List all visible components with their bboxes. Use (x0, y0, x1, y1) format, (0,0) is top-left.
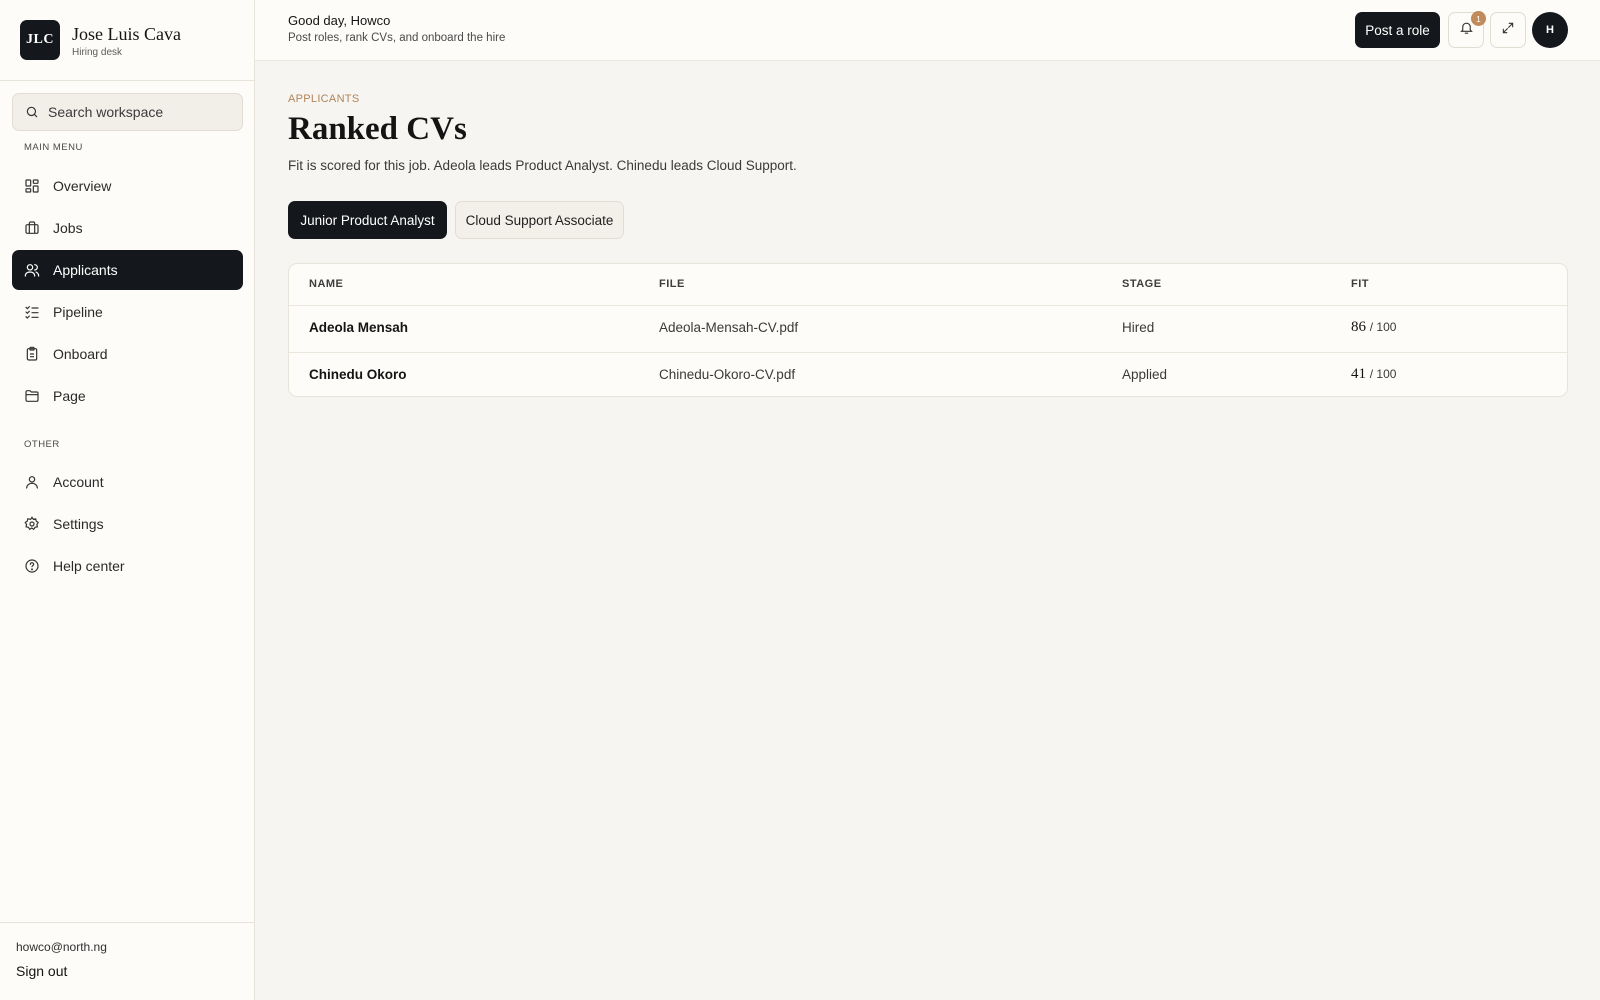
brand-name: Jose Luis Cava (72, 23, 181, 44)
table-row[interactable]: Chinedu Okoro Chinedu-Okoro-CV.pdf Appli… (289, 352, 1567, 396)
folder-icon (24, 388, 40, 404)
sidebar-item-label: Applicants (53, 262, 118, 278)
column-header-stage[interactable]: STAGE (1122, 278, 1162, 290)
sidebar-item-help-center[interactable]: Help center (12, 546, 243, 586)
notifications-button[interactable]: 1 (1448, 11, 1486, 48)
greeting: Good day, Howco (288, 13, 391, 28)
notification-badge: 1 (1471, 11, 1486, 26)
applicant-name[interactable]: Adeola Mensah (309, 320, 408, 335)
search-input[interactable] (48, 104, 228, 120)
page-title: Ranked CVs (288, 111, 467, 147)
fit-value: 41 (1351, 366, 1366, 382)
gear-icon (24, 516, 40, 532)
sidebar-item-applicants[interactable]: Applicants (12, 250, 243, 290)
clipboard-icon (24, 346, 40, 362)
greeting-subtitle: Post roles, rank CVs, and onboard the hi… (288, 32, 506, 44)
sidebar-item-label: Help center (53, 558, 125, 574)
users-icon (24, 262, 40, 278)
sidebar-item-label: Pipeline (53, 304, 103, 320)
bell-icon (1459, 20, 1474, 40)
fit-total: / 100 (1369, 367, 1397, 381)
expand-icon (1501, 21, 1515, 40)
brand: JLC Jose Luis Cava Hiring desk (0, 0, 254, 81)
table-header: NAME FILE STAGE FIT (289, 264, 1567, 306)
grid-icon (24, 178, 40, 194)
column-header-fit[interactable]: FIT (1351, 278, 1369, 290)
page-description: Fit is scored for this job. Adeola leads… (288, 158, 797, 173)
post-role-button[interactable]: Post a role (1355, 12, 1440, 48)
other-menu-label: OTHER (24, 439, 60, 450)
search-icon (25, 105, 39, 119)
user-icon (24, 474, 40, 490)
user-email: howco@north.ng (16, 940, 107, 954)
briefcase-icon (24, 220, 40, 236)
cv-file-link[interactable]: Adeola-Mensah-CV.pdf (659, 320, 798, 335)
tab-junior-product-analyst[interactable]: Junior Product Analyst (288, 201, 447, 239)
fit-total: / 100 (1369, 320, 1397, 334)
search-box[interactable] (12, 93, 243, 131)
sidebar-item-jobs[interactable]: Jobs (12, 208, 243, 248)
fit-score: 86 / 100 (1351, 319, 1396, 336)
help-circle-icon (24, 558, 40, 574)
tab-cloud-support-associate[interactable]: Cloud Support Associate (455, 201, 624, 239)
sidebar-item-page[interactable]: Page (12, 376, 243, 416)
section-eyebrow: APPLICANTS (288, 93, 360, 105)
sidebar-item-label: Settings (53, 516, 104, 532)
applicant-stage: Hired (1122, 320, 1155, 335)
sidebar-item-label: Jobs (53, 220, 83, 236)
column-header-name[interactable]: NAME (309, 278, 343, 290)
sidebar-item-label: Page (53, 388, 86, 404)
brand-subtitle: Hiring desk (72, 46, 123, 58)
sign-out-link[interactable]: Sign out (16, 963, 67, 979)
sidebar-item-label: Onboard (53, 346, 108, 362)
fullscreen-button[interactable] (1490, 12, 1526, 48)
table-row[interactable]: Adeola Mensah Adeola-Mensah-CV.pdf Hired… (289, 306, 1567, 352)
sidebar-item-label: Account (53, 474, 104, 490)
main-menu-label: MAIN MENU (24, 142, 83, 153)
top-header: Good day, Howco Post roles, rank CVs, an… (255, 0, 1600, 61)
applicants-table: NAME FILE STAGE FIT Adeola Mensah Adeola… (288, 263, 1568, 397)
column-header-file[interactable]: FILE (659, 278, 685, 290)
sidebar-item-label: Overview (53, 178, 112, 194)
cv-file-link[interactable]: Chinedu-Okoro-CV.pdf (659, 367, 795, 382)
sidebar: JLC Jose Luis Cava Hiring desk MAIN MENU… (0, 0, 255, 1000)
fit-score: 41 / 100 (1351, 366, 1396, 383)
sidebar-item-onboard[interactable]: Onboard (12, 334, 243, 374)
brand-text: Jose Luis Cava Hiring desk (72, 23, 181, 58)
sidebar-item-account[interactable]: Account (12, 462, 243, 502)
sidebar-item-pipeline[interactable]: Pipeline (12, 292, 243, 332)
sidebar-item-settings[interactable]: Settings (12, 504, 243, 544)
avatar[interactable]: H (1532, 12, 1568, 48)
applicant-stage: Applied (1122, 367, 1168, 382)
checklist-icon (24, 304, 40, 320)
brand-logo: JLC (20, 20, 60, 60)
sidebar-footer: howco@north.ng Sign out (0, 922, 254, 1000)
applicant-name[interactable]: Chinedu Okoro (309, 367, 407, 382)
sidebar-item-overview[interactable]: Overview (12, 166, 243, 206)
fit-value: 86 (1351, 319, 1366, 335)
